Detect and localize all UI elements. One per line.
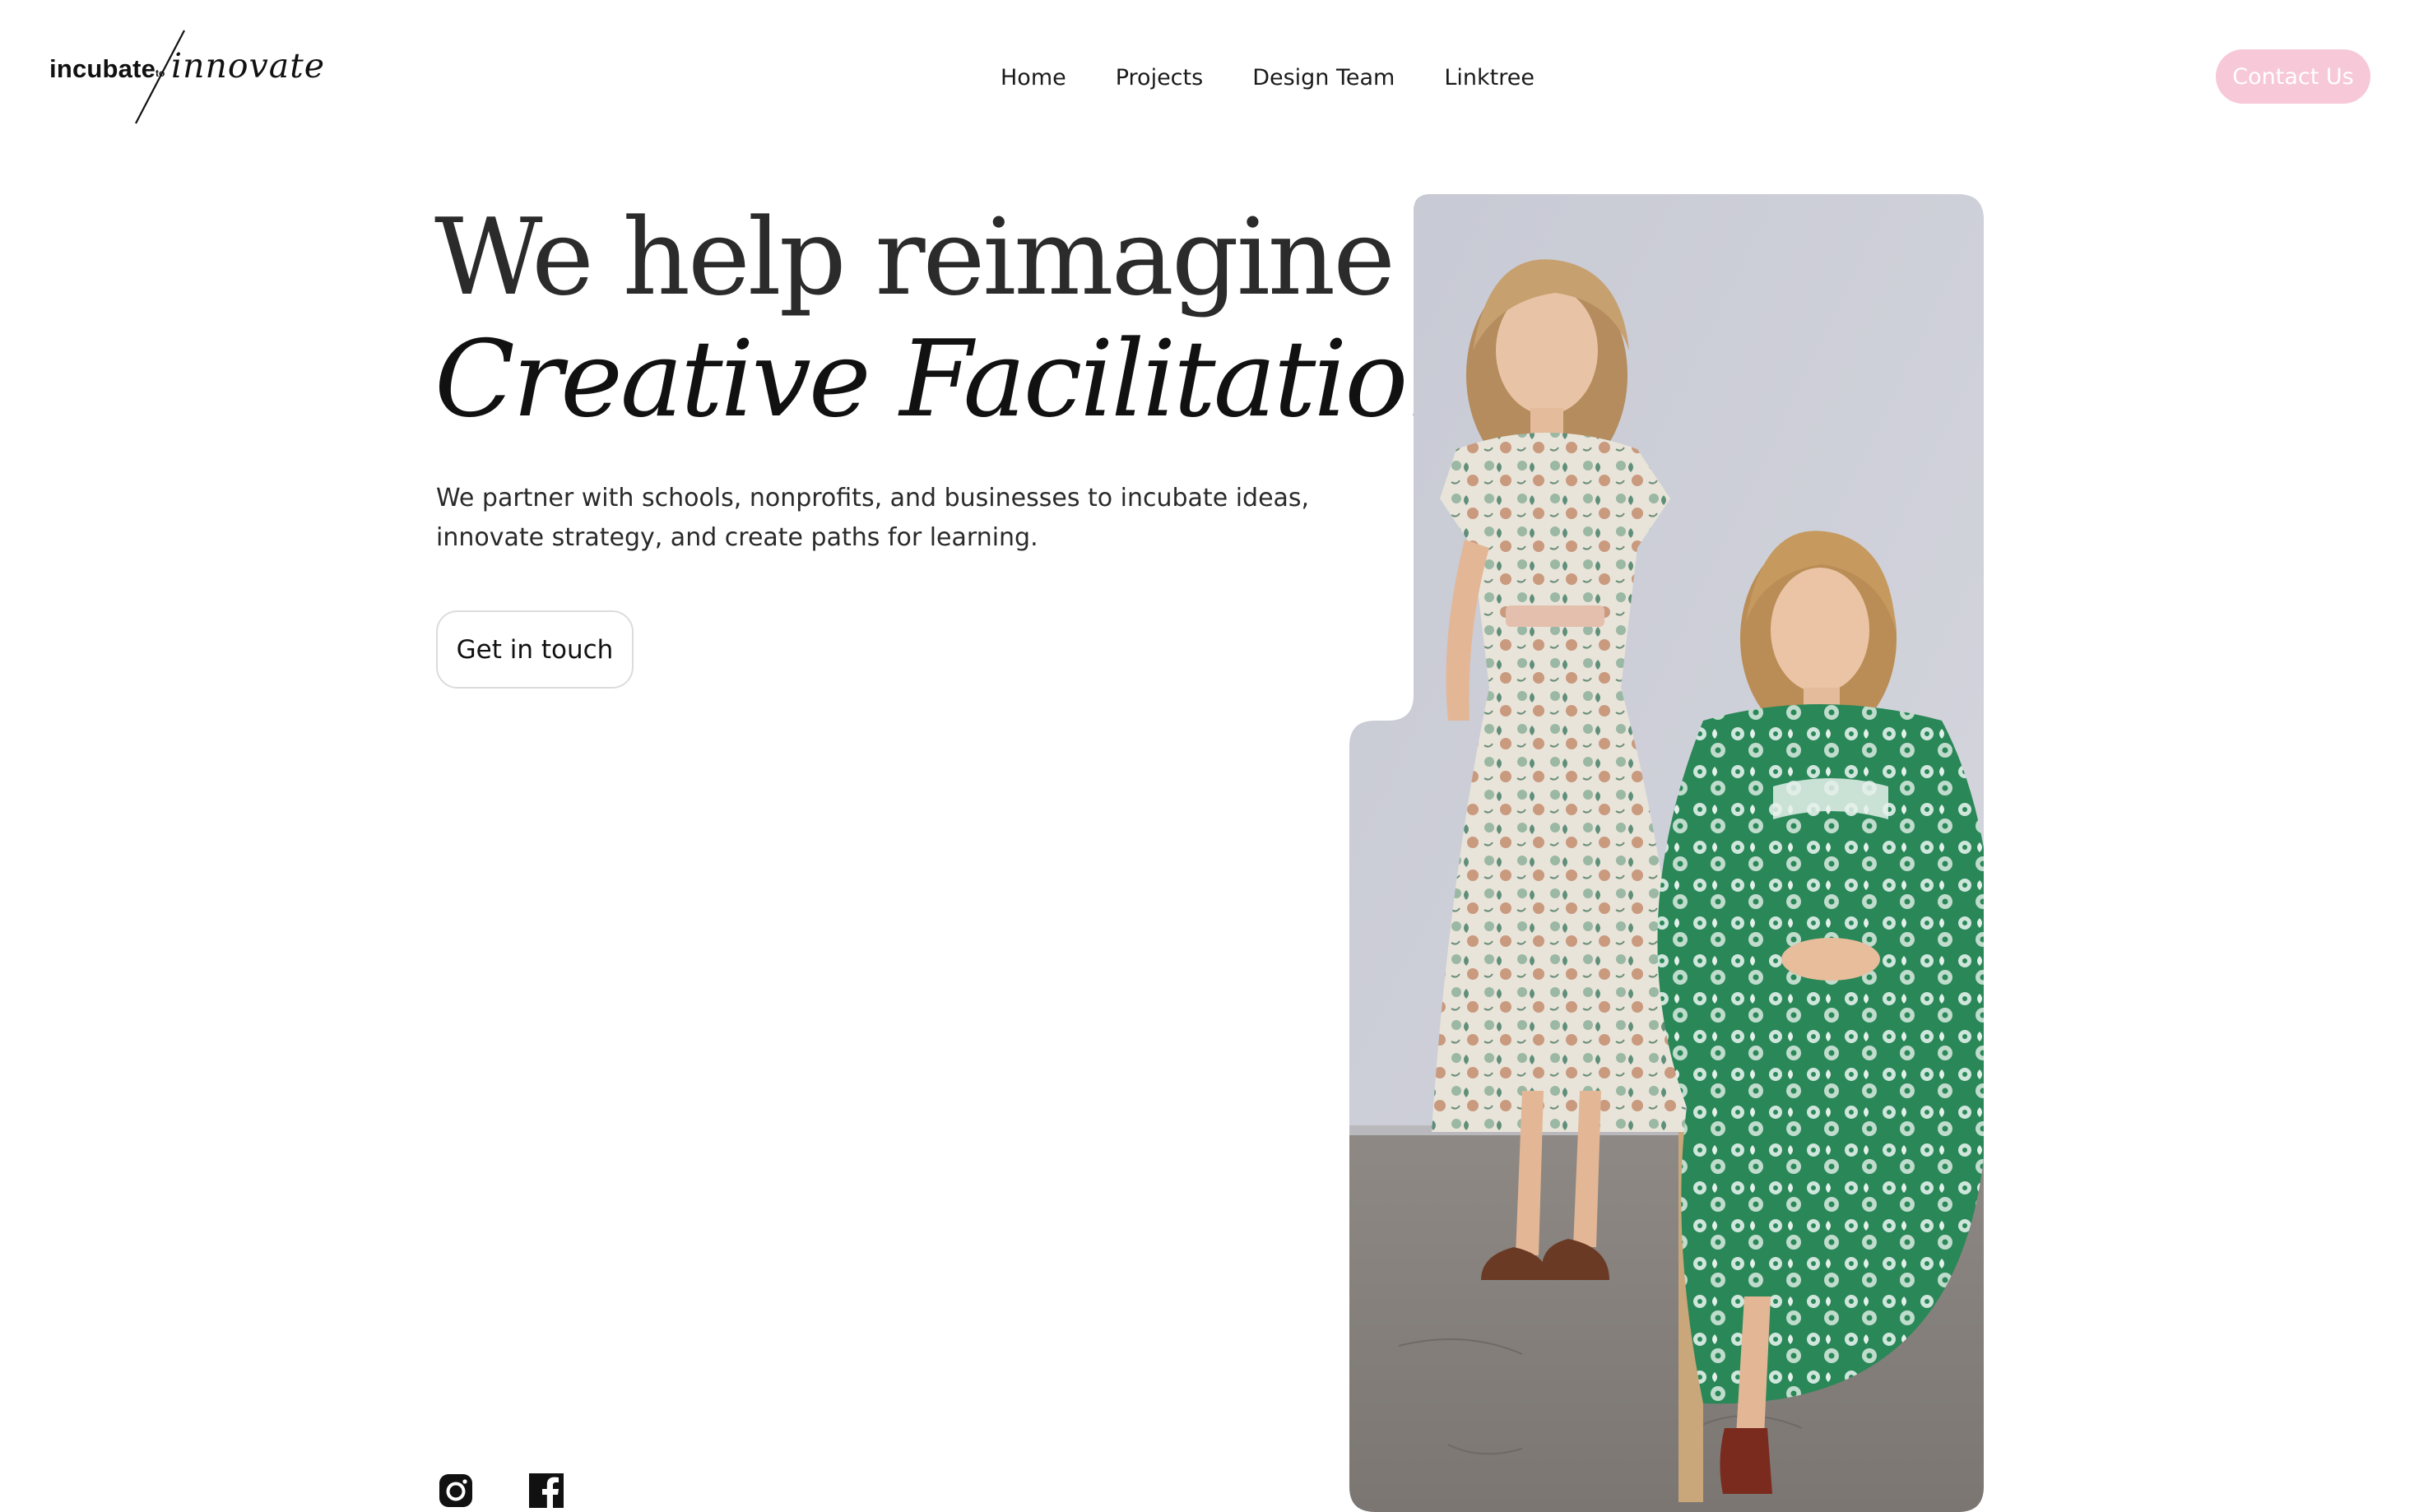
headline-line-2: Creative Facilitation xyxy=(434,318,1474,441)
main-nav: Home Projects Design Team Linktree xyxy=(1001,61,1584,94)
nav-home[interactable]: Home xyxy=(1001,65,1066,90)
nav-design-team[interactable]: Design Team xyxy=(1252,65,1395,90)
instagram-icon[interactable] xyxy=(438,1473,474,1509)
contact-us-button[interactable]: Contact Us xyxy=(2216,49,2370,104)
hero-description-line-2: innovate strategy, and create paths for … xyxy=(436,523,1038,552)
hero-description-line-1: We partner with schools, nonprofits, and… xyxy=(436,484,1310,513)
facebook-icon[interactable] xyxy=(528,1473,564,1509)
instagram-glyph xyxy=(439,1474,472,1507)
site-logo[interactable]: incubate to innovate xyxy=(48,28,324,127)
hero-headline: We help reimagine Creative Facilitation xyxy=(434,197,1474,441)
hero-description: We partner with schools, nonprofits, and… xyxy=(436,479,1341,558)
nav-projects[interactable]: Projects xyxy=(1116,65,1203,90)
nav-linktree[interactable]: Linktree xyxy=(1444,65,1535,90)
hero-photo xyxy=(1349,194,1984,1512)
logo-word-incubate: incubate xyxy=(49,54,156,83)
headline-line-1: We help reimagine xyxy=(434,197,1395,319)
get-in-touch-button[interactable]: Get in touch xyxy=(436,610,634,689)
logo-word-to: to xyxy=(156,67,165,79)
logo-word-innovate: innovate xyxy=(171,46,325,86)
facebook-glyph xyxy=(529,1473,564,1509)
